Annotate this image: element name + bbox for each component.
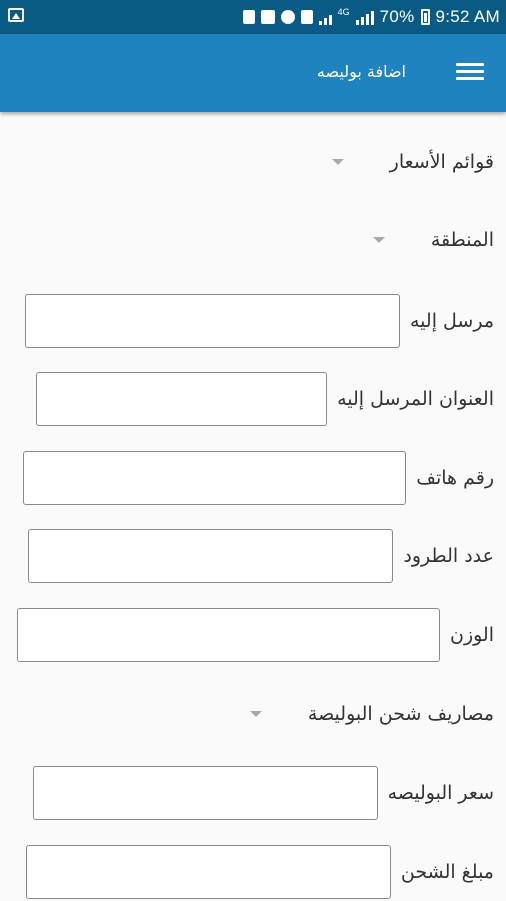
page-title: اضافة بوليصه xyxy=(316,62,406,81)
status-bar: 4G 70% 9:52 AM xyxy=(0,0,506,34)
shipping-amount-input[interactable] xyxy=(25,845,391,899)
dropdown-arrow-icon xyxy=(331,159,344,165)
price-list-label: قوائم الأسعار xyxy=(389,151,494,173)
phone-row: رقم هاتف xyxy=(23,449,494,507)
recipient-address-label: العنوان المرسل إليه xyxy=(337,388,494,410)
recipient-input[interactable] xyxy=(25,294,400,348)
parcels-count-input[interactable] xyxy=(28,529,394,583)
phone-input[interactable] xyxy=(23,451,407,505)
dropdown-arrow-icon xyxy=(372,237,385,243)
shipping-amount-label: مبلغ الشحن xyxy=(400,861,494,883)
battery-percent: 70% xyxy=(379,7,415,26)
region-label: المنطقة xyxy=(430,229,494,251)
notification-badge-icon xyxy=(300,10,313,24)
dropdown-arrow-icon xyxy=(249,711,262,717)
policy-price-row: سعر البوليصه xyxy=(32,764,494,822)
parcels-count-label: عدد الطرود xyxy=(403,545,494,567)
shipping-expenses-dropdown[interactable]: مصاريف شحن البوليصة xyxy=(249,694,494,734)
weight-row: الوزن xyxy=(16,606,494,664)
policy-price-input[interactable] xyxy=(32,766,378,820)
parcels-count-row: عدد الطرود xyxy=(28,527,494,585)
image-notification-icon xyxy=(8,8,24,22)
policy-price-label: سعر البوليصه xyxy=(387,782,494,804)
clock: 9:52 AM xyxy=(435,7,500,26)
sim-icon xyxy=(242,10,255,24)
weight-label: الوزن xyxy=(449,624,494,646)
recipient-label: مرسل إليه xyxy=(410,310,494,332)
price-list-dropdown[interactable]: قوائم الأسعار xyxy=(331,142,494,182)
battery-icon xyxy=(420,9,430,25)
network-type: 4G xyxy=(337,7,350,17)
shipping-amount-row: مبلغ الشحن xyxy=(25,843,494,901)
signal-icon xyxy=(318,9,332,25)
recipient-address-input[interactable] xyxy=(36,372,328,426)
recipient-row: مرسل إليه xyxy=(25,292,494,350)
recipient-address-row: العنوان المرسل إليه xyxy=(36,370,494,428)
shipping-expenses-label: مصاريف شحن البوليصة xyxy=(307,703,494,725)
signal-strength-icon xyxy=(355,9,374,25)
phone-label: رقم هاتف xyxy=(416,467,494,489)
status-icons: 4G 70% 9:52 AM xyxy=(242,0,500,34)
region-dropdown[interactable]: المنطقة xyxy=(372,220,494,260)
weight-input[interactable] xyxy=(16,608,440,662)
app-bar: اضافة بوليصه xyxy=(0,34,506,112)
mute-icon xyxy=(260,10,275,24)
hamburger-menu-icon[interactable] xyxy=(454,59,486,87)
alarm-icon xyxy=(280,10,295,24)
